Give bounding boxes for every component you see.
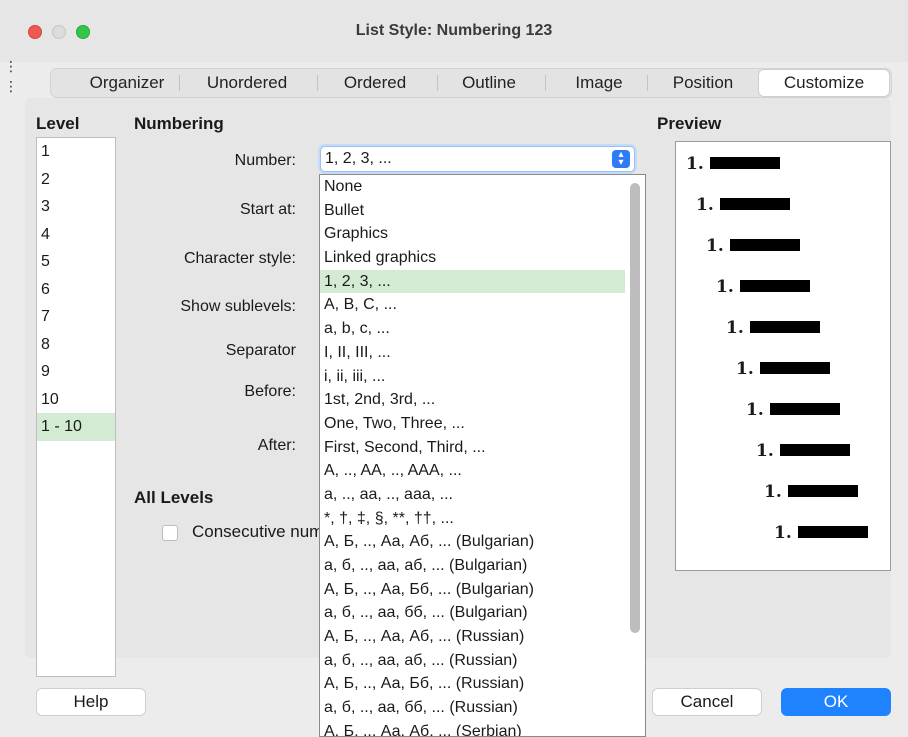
number-label: Number: xyxy=(234,152,296,169)
tab-outline[interactable]: Outline xyxy=(449,69,529,97)
tab-separator xyxy=(179,75,180,91)
dropdown-option[interactable]: 1st, 2nd, 3rd, ... xyxy=(320,388,625,412)
tab-ordered[interactable]: Ordered xyxy=(329,69,421,97)
preview-text-bar xyxy=(719,198,790,210)
preview-text-bar xyxy=(787,485,858,497)
preview-row: 1. xyxy=(686,154,780,174)
dropdown-option[interactable]: One, Two, Three, ... xyxy=(320,412,625,436)
dropdown-option[interactable]: a, .., aa, .., aaa, ... xyxy=(320,483,625,507)
side-handle-icon: ⋮ xyxy=(4,58,18,74)
level-heading: Level xyxy=(36,114,80,133)
dropdown-option[interactable]: А, Б, .., Аа, Бб, ... (Bulgarian) xyxy=(320,578,625,602)
dropdown-option[interactable]: А, Б, .., Аа, Аб, ... (Serbian) xyxy=(320,720,625,736)
dropdown-option[interactable]: i, ii, iii, ... xyxy=(320,365,625,389)
preview-text-bar xyxy=(779,444,850,456)
preview-heading: Preview xyxy=(657,114,722,133)
dropdown-scrollbar[interactable] xyxy=(630,183,640,633)
preview-row: 1. xyxy=(764,482,858,502)
preview-number: 1. xyxy=(726,318,744,338)
dropdown-option[interactable]: I, II, III, ... xyxy=(320,341,625,365)
dropdown-option[interactable]: А, Б, .., Аа, Бб, ... (Russian) xyxy=(320,672,625,696)
tab-separator xyxy=(437,75,438,91)
tab-separator xyxy=(317,75,318,91)
number-select-value: 1, 2, 3, ... xyxy=(325,150,392,167)
dropdown-option[interactable]: *, †, ‡, §, **, ††, ... xyxy=(320,507,625,531)
title-bar: List Style: Numbering 123 xyxy=(0,0,908,62)
dropdown-option[interactable]: А, Б, .., Аа, Аб, ... (Bulgarian) xyxy=(320,530,625,554)
tab-customize[interactable]: Customize xyxy=(759,70,889,96)
dropdown-option[interactable]: Graphics xyxy=(320,222,625,246)
preview-row: 1. xyxy=(736,359,830,379)
preview-text-bar xyxy=(759,362,830,374)
preview-row: 1. xyxy=(726,318,820,338)
preview-number: 1. xyxy=(746,400,764,420)
dropdown-option[interactable]: A, .., AA, .., AAA, ... xyxy=(320,459,625,483)
level-item[interactable]: 9 xyxy=(37,358,115,386)
preview-text-bar xyxy=(749,321,820,333)
dropdown-option-selected[interactable]: 1, 2, 3, ... xyxy=(320,269,625,294)
preview-number: 1. xyxy=(706,236,724,256)
side-handle-icon: ⋮ xyxy=(4,78,18,94)
preview-text-bar xyxy=(709,157,780,169)
preview-row: 1. xyxy=(774,523,868,543)
preview-row: 1. xyxy=(716,277,810,297)
character-style-label: Character style: xyxy=(183,250,296,267)
preview-number: 1. xyxy=(716,277,734,297)
show-sublevels-label: Show sublevels: xyxy=(180,298,296,315)
dropdown-option[interactable]: а, б, .., аа, бб, ... (Bulgarian) xyxy=(320,601,625,625)
preview-row: 1. xyxy=(756,441,850,461)
before-label: Before: xyxy=(244,383,296,400)
dropdown-option[interactable]: Bullet xyxy=(320,199,625,223)
numbering-heading: Numbering xyxy=(134,114,224,133)
dropdown-option[interactable]: None xyxy=(320,175,625,199)
tab-position[interactable]: Position xyxy=(657,69,749,97)
window-title: List Style: Numbering 123 xyxy=(355,22,553,39)
number-dropdown-list[interactable]: None Bullet Graphics Linked graphics 1, … xyxy=(319,174,646,737)
chevron-up-down-icon[interactable]: ▴ ▾ xyxy=(612,150,630,168)
all-levels-heading: All Levels xyxy=(134,488,214,507)
after-label: After: xyxy=(257,437,296,454)
dropdown-option[interactable]: а, б, .., аа, аб, ... (Bulgarian) xyxy=(320,554,625,578)
preview-number: 1. xyxy=(696,195,714,215)
ok-button[interactable]: OK xyxy=(781,688,891,716)
preview-number: 1. xyxy=(756,441,774,461)
consecutive-numbering-label: Consecutive numbering xyxy=(192,522,319,541)
tab-unordered[interactable]: Unordered xyxy=(191,69,303,97)
preview-number: 1. xyxy=(736,359,754,379)
preview-number: 1. xyxy=(764,482,782,502)
start-at-label: Start at: xyxy=(239,201,296,218)
dropdown-option[interactable]: А, Б, .., Аа, Аб, ... (Russian) xyxy=(320,625,625,649)
preview-box: 1. 1. 1. 1. 1. 1. 1. 1. 1. 1. xyxy=(675,141,891,571)
help-button[interactable]: Help xyxy=(36,688,146,716)
separator-label: Separator xyxy=(225,342,296,359)
preview-row: 1. xyxy=(706,236,800,256)
dropdown-option[interactable]: A, B, C, ... xyxy=(320,293,625,317)
dropdown-option[interactable]: Linked graphics xyxy=(320,246,625,270)
preview-row: 1. xyxy=(696,195,790,215)
dropdown-option[interactable]: First, Second, Third, ... xyxy=(320,436,625,460)
dropdown-option[interactable]: а, б, .., аа, аб, ... (Russian) xyxy=(320,649,625,673)
preview-text-bar xyxy=(769,403,840,415)
preview-row: 1. xyxy=(746,400,840,420)
tab-image[interactable]: Image xyxy=(557,69,641,97)
dropdown-option[interactable]: a, b, c, ... xyxy=(320,317,625,341)
tab-bar: Organizer Unordered Ordered Outline Imag… xyxy=(50,68,892,98)
tab-organizer[interactable]: Organizer xyxy=(81,69,173,97)
preview-number: 1. xyxy=(686,154,704,174)
tab-separator xyxy=(647,75,648,91)
preview-text-bar xyxy=(739,280,810,292)
number-select[interactable]: 1, 2, 3, ... ▴ ▾ xyxy=(320,146,635,172)
level-item[interactable]: 4 xyxy=(37,221,115,249)
consecutive-numbering-checkbox[interactable] xyxy=(162,525,178,541)
preview-number: 1. xyxy=(774,523,792,543)
tab-separator xyxy=(545,75,546,91)
cancel-button[interactable]: Cancel xyxy=(652,688,762,716)
preview-text-bar xyxy=(729,239,800,251)
dropdown-option[interactable]: а, б, .., аа, бб, ... (Russian) xyxy=(320,696,625,720)
preview-text-bar xyxy=(797,526,868,538)
